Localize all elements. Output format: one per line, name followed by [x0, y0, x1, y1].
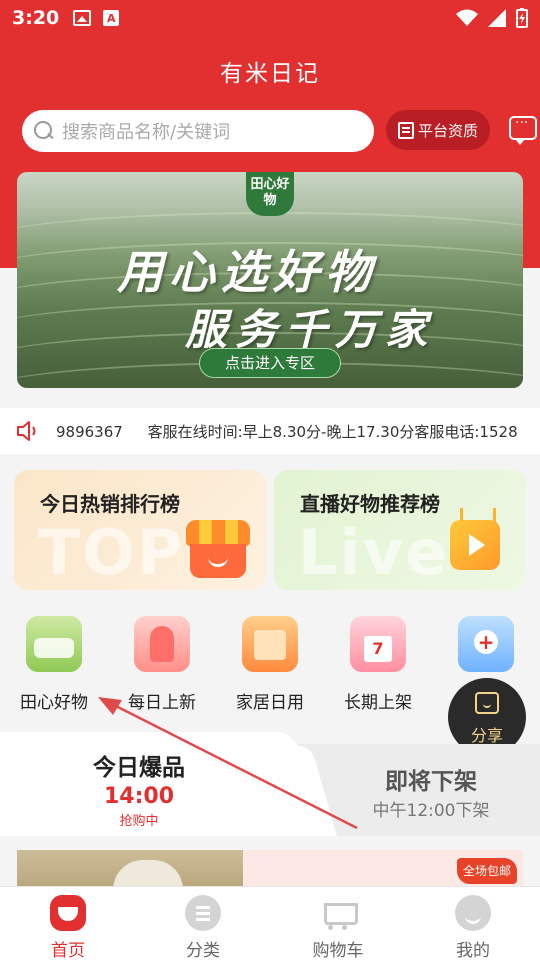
promo-bg-text: Live: [298, 516, 450, 589]
nav-category[interactable]: 分类: [153, 895, 253, 960]
store-icon: [186, 520, 250, 578]
nav-label: 我的: [456, 941, 490, 960]
share-icon: [475, 692, 499, 714]
enter-zone-button[interactable]: 点击进入专区: [199, 348, 341, 378]
tab-soon-time: 中午12:00下架: [372, 801, 490, 821]
live-recommend-card[interactable]: Live 直播好物推荐榜: [274, 470, 526, 590]
promo-title: 直播好物推荐榜: [300, 492, 440, 516]
live-tv-icon: [450, 520, 500, 570]
banner-logo: 田心好物: [246, 172, 294, 216]
cart-icon: [320, 895, 358, 931]
banner-headline: 用心选好物: [117, 245, 377, 299]
category-label: 每日上新: [128, 693, 196, 713]
category-label: 长期上架: [344, 693, 412, 713]
nav-cart[interactable]: 购物车: [288, 895, 388, 960]
home-icon: [50, 895, 86, 931]
category-tianxin[interactable]: 田心好物: [4, 606, 104, 713]
promo-bg-text: TOP: [38, 516, 185, 589]
product-image[interactable]: 全场包邮: [243, 850, 523, 890]
product-image[interactable]: [17, 850, 243, 890]
category-daily-new[interactable]: 每日上新: [112, 606, 212, 713]
daily-new-icon: [134, 616, 190, 672]
nav-label: 购物车: [312, 941, 364, 960]
tianxin-icon: [26, 616, 82, 672]
profile-icon: [455, 895, 491, 931]
image-notification-icon: [73, 10, 92, 26]
a-notification-icon: A: [103, 10, 120, 26]
document-icon: [397, 121, 414, 139]
notice-text: 9896367 客服在线时间:早上8.30分-晚上17.30分客服电话:1528: [56, 423, 518, 441]
tab-today-time: 14:00: [103, 784, 175, 809]
tab-today-status: 抢购中: [119, 814, 159, 829]
nav-me[interactable]: 我的: [423, 895, 523, 960]
status-time: 3:20: [12, 7, 60, 29]
category-long-term[interactable]: 长期上架: [328, 606, 428, 713]
status-system-icons: [456, 8, 528, 28]
signal-icon: [488, 9, 506, 27]
tab-today-title: 今日爆品: [93, 755, 185, 781]
wifi-icon: [456, 9, 478, 26]
promo-banner[interactable]: 田心好物 用心选好物 服务千万家 点击进入专区: [17, 172, 523, 388]
nav-label: 分类: [186, 941, 220, 960]
search-input[interactable]: 搜索商品名称/关键词: [22, 110, 374, 152]
free-shipping-badge: 全场包邮: [457, 858, 517, 884]
platform-qualification-label: 平台资质: [417, 121, 478, 140]
speaker-icon: [17, 421, 36, 441]
category-label: 田心好物: [20, 693, 88, 713]
promo-title: 今日热销排行榜: [40, 492, 180, 516]
message-icon[interactable]: [509, 115, 537, 145]
notice-bar: 9896367 客服在线时间:早上8.30分-晚上17.30分客服电话:1528: [0, 408, 540, 454]
nav-label: 首页: [51, 941, 85, 960]
tab-soon-title: 即将下架: [385, 769, 477, 795]
search-placeholder: 搜索商品名称/关键词: [62, 122, 231, 143]
status-bar: 3:20 A: [0, 0, 540, 36]
home-goods-icon: [242, 616, 298, 672]
battery-icon: [516, 8, 528, 28]
category-label: 家居日用: [236, 693, 304, 713]
hot-sales-ranking-card[interactable]: TOP 今日热销排行榜: [14, 470, 266, 590]
calendar-icon: [350, 616, 406, 672]
flash-sale-tabs: 今日爆品 14:00 抢购中 即将下架 中午12:00下架: [0, 732, 540, 836]
product-list: 全场包邮: [17, 850, 523, 890]
platform-qualification-button[interactable]: 平台资质: [386, 110, 490, 150]
tab-today-hot[interactable]: 今日爆品 14:00 抢购中: [0, 732, 300, 836]
category-home-goods[interactable]: 家居日用: [220, 606, 320, 713]
nav-home[interactable]: 首页: [18, 895, 118, 960]
bottom-nav: 首页 分类 购物车 我的: [0, 886, 540, 960]
health-icon: [458, 616, 514, 672]
status-notification-icons: A: [73, 10, 120, 26]
search-icon: [34, 121, 54, 141]
category-list-icon: [185, 895, 221, 931]
app-title: 有米日记: [220, 61, 320, 87]
